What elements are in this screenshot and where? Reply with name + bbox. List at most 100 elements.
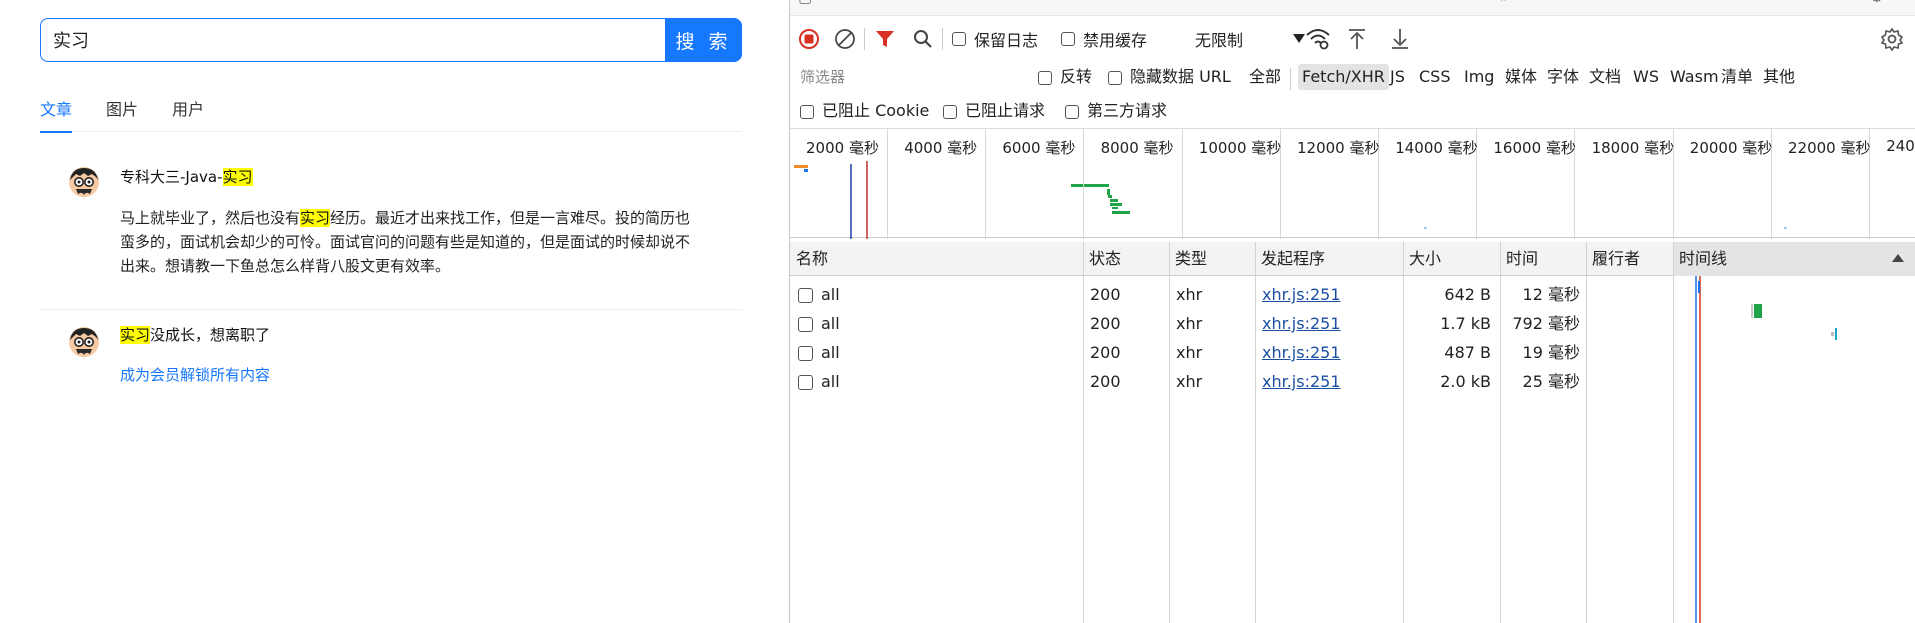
request-type: xhr [1176,314,1203,333]
overview-tick-label: 6000 毫秒 [1002,139,1076,157]
unlock-member-link[interactable]: 成为会员解锁所有内容 [120,364,270,385]
post-title[interactable]: 专科大三-Java-实习 [120,166,253,187]
column-header-fulfilled-by[interactable]: 履行者 [1586,242,1673,276]
tab-users[interactable]: 用户 [172,96,204,132]
blocked-cookies-label: 已阻止 Cookie [822,101,930,120]
table-row[interactable]: all 200 xhr xhr.js:251 487 B 19 毫秒 [790,338,1915,367]
checkbox-icon[interactable] [798,288,813,303]
timeline-overview[interactable]: 2000 毫秒 4000 毫秒 6000 毫秒 8000 毫秒 10000 毫秒 1200… [790,128,1915,239]
inspect-icon[interactable]: ▢ [798,0,812,6]
request-type: xhr [1176,285,1203,304]
overview-tick-label: 8000 毫秒 [1100,139,1174,157]
request-status: 200 [1090,285,1121,304]
request-name[interactable]: all [798,280,840,309]
checkbox-icon [952,32,966,46]
request-name[interactable]: all [798,338,840,367]
clear-button[interactable] [834,22,856,56]
type-filter-ws[interactable]: WS [1633,64,1659,90]
type-filter-js[interactable]: JS [1390,64,1405,90]
invert-label: 反转 [1060,67,1093,86]
network-settings-button[interactable] [1880,22,1904,56]
checkbox-icon [1061,32,1075,46]
type-filter-other[interactable]: 其他 [1763,64,1795,90]
filter-input[interactable]: 筛选器 [796,64,1018,90]
request-initiator-link[interactable]: xhr.js:251 [1262,309,1341,338]
search-button[interactable]: 搜 索 [665,18,742,62]
filter-icon [876,31,894,47]
blocked-requests-checkbox[interactable]: 已阻止请求 [943,98,1045,124]
column-header-initiator[interactable]: 发起程序 [1255,242,1403,276]
hide-data-url-checkbox[interactable]: 隐藏数据 URL [1108,64,1231,90]
type-filter-css[interactable]: CSS [1419,64,1450,90]
more-tabs-icon[interactable]: » [1500,0,1509,6]
blocked-cookies-checkbox[interactable]: 已阻止 Cookie [800,98,929,124]
request-initiator-link[interactable]: xhr.js:251 [1262,338,1341,367]
table-row[interactable]: all 200 xhr xhr.js:251 1.7 kB 792 毫秒 [790,309,1915,338]
overview-tick-label: 20000 毫秒 [1689,139,1773,157]
search-input[interactable] [40,18,665,62]
request-name[interactable]: all [798,309,840,338]
preserve-log-label: 保留日志 [974,31,1039,50]
overview-tick-label: 18000 毫秒 [1591,139,1675,157]
preserve-log-checkbox[interactable]: 保留日志 [952,22,1038,56]
column-header-size[interactable]: 大小 [1403,242,1500,276]
checkbox-icon [943,104,957,119]
column-header-waterfall[interactable]: 时间线 [1673,242,1915,276]
post-item[interactable]: 专科大三-Java-实习 马上就毕业了，然后也没有实习经历。最近才出来找工作，但… [40,162,742,310]
column-header-type[interactable]: 类型 [1169,242,1255,276]
column-header-time[interactable]: 时间 [1500,242,1586,276]
hide-data-url-label: 隐藏数据 URL [1130,67,1231,86]
request-initiator-link[interactable]: xhr.js:251 [1262,367,1341,396]
avatar[interactable] [68,326,100,358]
overview-tick-label: 22000 毫秒 [1788,139,1871,157]
request-status: 200 [1090,314,1121,333]
request-name[interactable]: all [798,367,840,396]
network-conditions-button[interactable] [1305,22,1331,56]
keyword-highlight: 实习 [222,168,253,186]
type-filter-media[interactable]: 媒体 [1505,64,1537,90]
record-button[interactable] [798,22,820,56]
checkbox-icon[interactable] [798,317,813,332]
post-excerpt: 马上就毕业了，然后也没有实习经历。最近才出来找工作，但是一言难尽。投的简历也蛮多… [120,206,700,278]
post-title[interactable]: 实习没成长，想离职了 [120,324,270,345]
type-filter-fetch-xhr[interactable]: Fetch/XHR [1298,64,1389,90]
checkbox-icon[interactable] [798,346,813,361]
table-row[interactable]: all 200 xhr xhr.js:251 2.0 kB 25 毫秒 [790,367,1915,396]
type-filter-all[interactable]: 全部 [1249,64,1281,90]
screen: 搜 索 文章 图片 用户 专科大三-Java-实习 马上就毕业了，然后也没有实习… [0,0,1915,623]
type-filter-doc[interactable]: 文档 [1589,64,1621,90]
post-title-text: 没成长，想离职了 [150,326,271,344]
request-initiator-link[interactable]: xhr.js:251 [1262,280,1341,309]
tab-images[interactable]: 图片 [106,96,138,132]
avatar[interactable] [68,166,100,198]
search-icon [914,30,932,48]
checkbox-icon [800,104,814,119]
request-status: 200 [1090,343,1121,362]
filter-toggle-button[interactable] [874,22,896,56]
export-har-button[interactable] [1390,22,1410,56]
type-filter-manifest[interactable]: 清单 [1721,64,1753,90]
record-icon [799,29,819,49]
disable-cache-label: 禁用缓存 [1083,31,1148,50]
table-row[interactable]: all 200 xhr xhr.js:251 642 B 12 毫秒 [790,280,1915,309]
type-filter-wasm[interactable]: Wasm [1670,64,1719,90]
column-header-status[interactable]: 状态 [1083,242,1169,276]
search-app: 搜 索 文章 图片 用户 专科大三-Java-实习 马上就毕业了，然后也没有实习… [0,0,789,623]
clear-icon [835,29,855,49]
search-requests-button[interactable] [912,22,934,56]
request-type: xhr [1176,372,1203,391]
blocked-requests-label: 已阻止请求 [965,101,1046,120]
type-filter-img[interactable]: Img [1464,64,1494,90]
request-status: 200 [1090,372,1121,391]
import-har-button[interactable] [1347,22,1367,56]
column-header-name[interactable]: 名称 [790,242,1083,276]
third-party-checkbox[interactable]: 第三方请求 [1065,98,1167,124]
invert-checkbox[interactable]: 反转 [1038,64,1092,90]
overview-gridline [1181,129,1183,239]
settings-partial-icon[interactable]: ⚙ [1870,0,1883,6]
checkbox-icon[interactable] [798,375,813,390]
type-filter-font[interactable]: 字体 [1547,64,1579,90]
throttling-select[interactable]: 无限制 [1191,25,1309,53]
disable-cache-checkbox[interactable]: 禁用缓存 [1061,22,1147,56]
tab-articles[interactable]: 文章 [40,96,73,133]
